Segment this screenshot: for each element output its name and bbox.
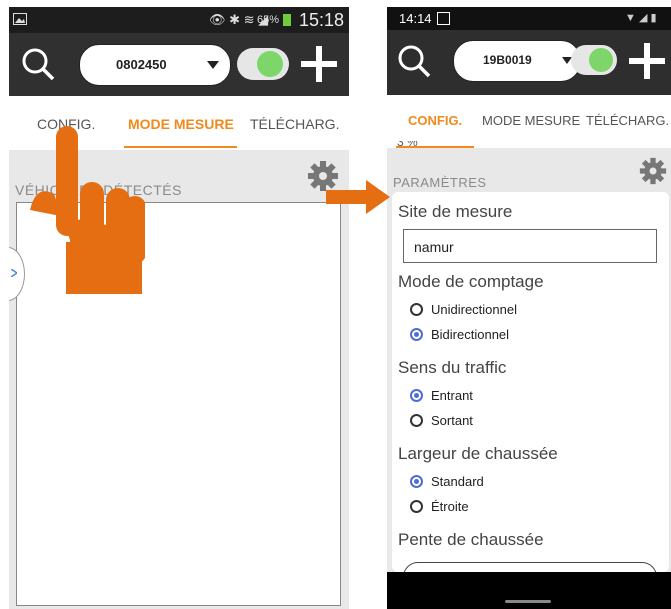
slope-title: Pente de chaussée — [398, 530, 544, 549]
counting-title: Mode de comptage — [398, 272, 544, 291]
radio-etroite[interactable]: Étroite — [410, 499, 469, 514]
radio-circle-selected — [410, 475, 423, 488]
radio-label: Standard — [431, 474, 484, 489]
search-icon[interactable] — [21, 47, 55, 81]
radio-bidirectionnel[interactable]: Bidirectionnel — [410, 327, 509, 342]
tab-bar: CONFIG. MODE MESURE TÉLÉCHARG. — [387, 95, 671, 148]
width-title: Largeur de chaussée — [398, 444, 558, 463]
settings-panel: Site de mesure namur Mode de comptage Un… — [392, 192, 669, 592]
radio-sortant[interactable]: Sortant — [410, 413, 473, 428]
radio-label: Étroite — [431, 499, 469, 514]
traffic-title: Sens du traffic — [398, 358, 507, 377]
tab-telecharg[interactable]: TÉLÉCHARG. — [586, 113, 669, 128]
app-notification-icon — [437, 12, 450, 25]
toolbar: 0802450 — [9, 33, 349, 96]
toolbar: 19B0019 — [387, 30, 671, 95]
status-time: 15:18 — [299, 10, 345, 30]
device-id: 0802450 — [116, 57, 167, 72]
radio-entrant[interactable]: Entrant — [410, 388, 473, 403]
site-value: namur — [414, 239, 454, 255]
device-select[interactable]: 19B0019 — [453, 40, 581, 82]
radio-label: Bidirectionnel — [431, 327, 510, 342]
gallery-icon — [13, 13, 27, 25]
battery-icon — [283, 14, 291, 26]
chevron-down-icon — [207, 61, 219, 69]
search-icon[interactable] — [397, 44, 431, 78]
plus-icon[interactable] — [301, 46, 337, 82]
navigation-bar — [387, 572, 671, 609]
tab-mode-mesure[interactable]: MODE MESURE — [482, 113, 580, 128]
status-time: 14:14 — [399, 11, 432, 26]
toggle-knob — [589, 48, 613, 72]
radio-label: Entrant — [431, 388, 473, 403]
radio-circle-selected — [410, 389, 423, 402]
radio-circle — [410, 500, 423, 513]
radio-circle-selected — [410, 328, 423, 341]
site-title: Site de mesure — [398, 202, 513, 221]
status-icons: ▼ ◢ ▮ — [625, 12, 657, 24]
home-indicator[interactable] — [505, 600, 551, 603]
radio-circle — [410, 414, 423, 427]
tab-config[interactable]: CONFIG. — [408, 113, 462, 128]
device-id: 19B0019 — [483, 53, 532, 67]
radio-standard[interactable]: Standard — [410, 474, 484, 489]
right-phone-screen: 14:14 ▼ ◢ ▮ 19B0019 CONFIG. MODE MESURE … — [387, 7, 671, 609]
tab-telecharg[interactable]: TÉLÉCHARG. — [250, 116, 339, 132]
section-label: PARAMÈTRES — [393, 175, 487, 190]
arrow-icon — [326, 180, 390, 214]
left-phone-screen: 👁 ✱ ≋ ◢ 65% 15:18 0802450 CONFIG. MODE M… — [9, 7, 349, 609]
battery-percent: 65% — [257, 14, 280, 26]
gear-icon[interactable] — [639, 157, 667, 185]
radio-circle — [410, 303, 423, 316]
plus-icon[interactable] — [629, 43, 665, 79]
site-input[interactable]: namur — [403, 229, 657, 263]
tap-hand-icon — [30, 126, 145, 294]
chevron-right-icon — [11, 269, 17, 277]
radio-label: Unidirectionnel — [431, 302, 517, 317]
status-bar: 👁 ✱ ≋ ◢ 65% 15:18 — [9, 7, 349, 33]
radio-label: Sortant — [431, 413, 473, 428]
toggle-knob — [257, 51, 283, 77]
device-select[interactable]: 0802450 — [79, 44, 231, 86]
connection-toggle[interactable] — [571, 45, 617, 75]
radio-unidirectionnel[interactable]: Unidirectionnel — [410, 302, 517, 317]
status-bar: 14:14 ▼ ◢ ▮ — [387, 7, 671, 30]
connection-toggle[interactable] — [237, 48, 289, 80]
